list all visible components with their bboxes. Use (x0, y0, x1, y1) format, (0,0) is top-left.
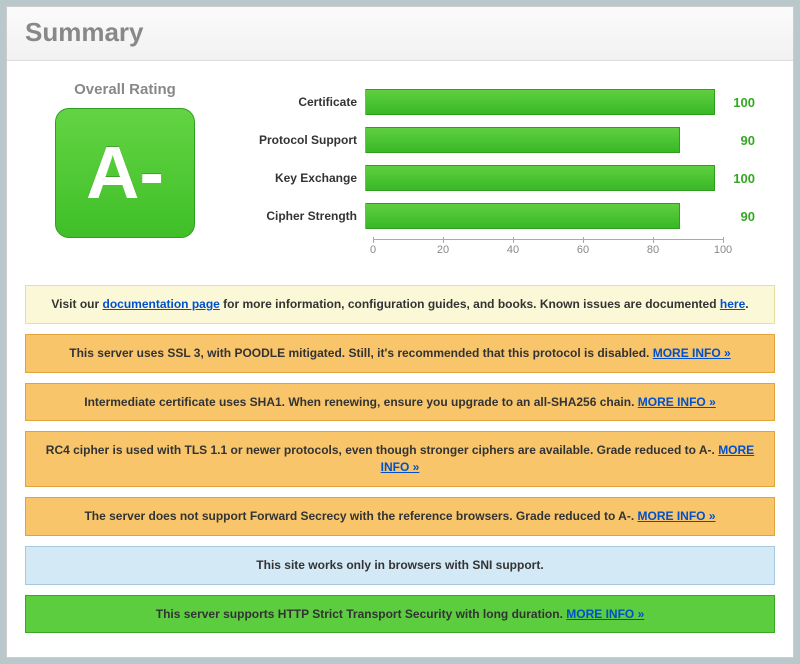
chart-column: Certificate 100 Protocol Support 90 Key Exch… (225, 81, 775, 267)
chart-bar-row: Certificate 100 (235, 87, 775, 117)
chart-bar-row: Cipher Strength 90 (235, 201, 775, 231)
score-bar-chart: Certificate 100 Protocol Support 90 Key Exch… (235, 87, 775, 267)
chart-bar-fill (366, 89, 715, 115)
page-title: Summary (25, 17, 775, 48)
notice-text: The server does not support Forward Secr… (84, 509, 637, 523)
chart-bar-label: Key Exchange (235, 171, 365, 185)
chart-bar-track (365, 165, 715, 191)
notice-list: Visit our documentation page for more in… (25, 285, 775, 633)
notice-banner: The server does not support Forward Secr… (25, 497, 775, 536)
known-issues-link[interactable]: here (720, 297, 745, 311)
chart-bar-label: Cipher Strength (235, 209, 365, 223)
panel-header: Summary (7, 7, 793, 61)
chart-axis-tick: 0 (370, 244, 376, 256)
chart-axis-tick: 20 (437, 244, 449, 256)
chart-bar-track (365, 127, 715, 153)
chart-axis-tick: 80 (647, 244, 659, 256)
chart-axis-tick: 100 (714, 244, 732, 256)
notice-banner: This server uses SSL 3, with POODLE miti… (25, 334, 775, 373)
notice-banner: RC4 cipher is used with TLS 1.1 or newer… (25, 431, 775, 487)
chart-bar-track (365, 203, 715, 229)
grade-badge: A- (55, 108, 195, 238)
more-info-link[interactable]: MORE INFO » (653, 346, 731, 360)
top-row: Overall Rating A- Certificate 100 Protocol… (25, 81, 775, 267)
rating-label: Overall Rating (25, 81, 225, 98)
chart-axis-tick: 40 (507, 244, 519, 256)
more-info-link[interactable]: MORE INFO » (638, 509, 716, 523)
chart-axis: 020406080100 (373, 239, 723, 259)
chart-bar-value: 100 (715, 171, 755, 186)
chart-bar-fill (366, 203, 680, 229)
notice-text: This site works only in browsers with SN… (256, 558, 543, 572)
chart-bar-fill (366, 165, 715, 191)
more-info-link[interactable]: MORE INFO » (566, 607, 644, 621)
chart-bar-fill (366, 127, 680, 153)
chart-bar-label: Protocol Support (235, 133, 365, 147)
chart-axis-tick: 60 (577, 244, 589, 256)
notice-banner: This site works only in browsers with SN… (25, 546, 775, 585)
documentation-link[interactable]: documentation page (103, 297, 220, 311)
chart-bar-track (365, 89, 715, 115)
more-info-link[interactable]: MORE INFO » (638, 395, 716, 409)
chart-bar-value: 100 (715, 95, 755, 110)
summary-panel: Summary Overall Rating A- Certificate 100… (6, 6, 794, 658)
notice-text: RC4 cipher is used with TLS 1.1 or newer… (46, 443, 718, 457)
notice-text: Intermediate certificate uses SHA1. When… (84, 395, 637, 409)
notice-text: This server uses SSL 3, with POODLE miti… (69, 346, 652, 360)
notice-banner: This server supports HTTP Strict Transpo… (25, 595, 775, 634)
notice-text: This server supports HTTP Strict Transpo… (156, 607, 567, 621)
notice-banner: Intermediate certificate uses SHA1. When… (25, 383, 775, 422)
rating-column: Overall Rating A- (25, 81, 225, 238)
chart-bar-value: 90 (715, 209, 755, 224)
chart-bar-value: 90 (715, 133, 755, 148)
chart-bar-row: Key Exchange 100 (235, 163, 775, 193)
chart-bar-row: Protocol Support 90 (235, 125, 775, 155)
chart-bar-label: Certificate (235, 95, 365, 109)
summary-body: Overall Rating A- Certificate 100 Protocol… (7, 61, 793, 657)
notice-banner: Visit our documentation page for more in… (25, 285, 775, 324)
